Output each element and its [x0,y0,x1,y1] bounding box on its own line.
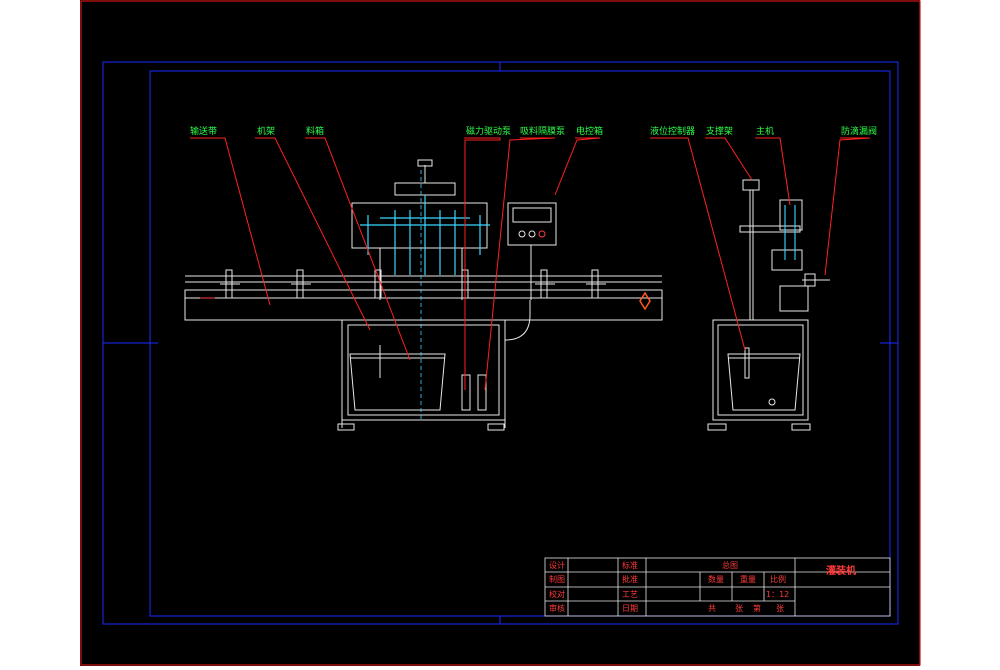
cad-drawing-canvas: 输送带 机架 料箱 磁力驱动泵 吸料隔膜泵 电控箱 液位控制器 支撑架 主机 防… [0,0,1000,666]
callout-frame: 机架 [257,125,275,137]
cad-drawing-viewport: 输送带 机架 料箱 磁力驱动泵 吸料隔膜泵 电控箱 液位控制器 支撑架 主机 防… [0,0,1000,666]
tb-col-weight: 重量 [740,574,756,584]
tb-label-draw: 制图 [549,574,565,584]
tb-label-date: 日期 [622,604,638,613]
callout-main-unit: 主机 [756,125,774,137]
tb-scale-value: 1：12 [766,590,789,599]
callout-control-box: 电控箱 [576,125,603,137]
callout-magnetic-pump: 磁力驱动泵 [466,125,511,137]
callout-hopper: 料箱 [306,125,324,137]
tb-view-name: 总图 [722,560,738,570]
callout-anti-drip: 防滴漏阀 [841,125,877,137]
tb-sheet-total-b: 张 [735,604,743,613]
tb-sheet-total-a: 共 [708,604,716,613]
drawing-background [80,0,920,666]
tb-label-check: 校对 [549,589,565,599]
tb-label-standard: 标准 [622,560,638,570]
callout-conveyor: 输送带 [190,125,217,137]
tb-drawing-name: 灌装机 [826,564,856,577]
tb-col-quantity: 数量 [708,574,724,584]
callout-level-control: 液位控制器 [650,125,695,137]
tb-sheet-no-b: 张 [776,604,784,613]
tb-label-approve: 批准 [622,574,638,584]
callout-suction-tube: 吸料隔膜泵 [520,125,565,137]
tb-label-review: 审核 [549,603,565,613]
tb-label-design: 设计 [549,560,565,570]
tb-col-scale: 比例 [770,574,786,584]
tb-label-process: 工艺 [622,590,638,599]
tb-sheet-no-a: 第 [753,603,761,613]
callout-support: 支撑架 [706,125,733,137]
